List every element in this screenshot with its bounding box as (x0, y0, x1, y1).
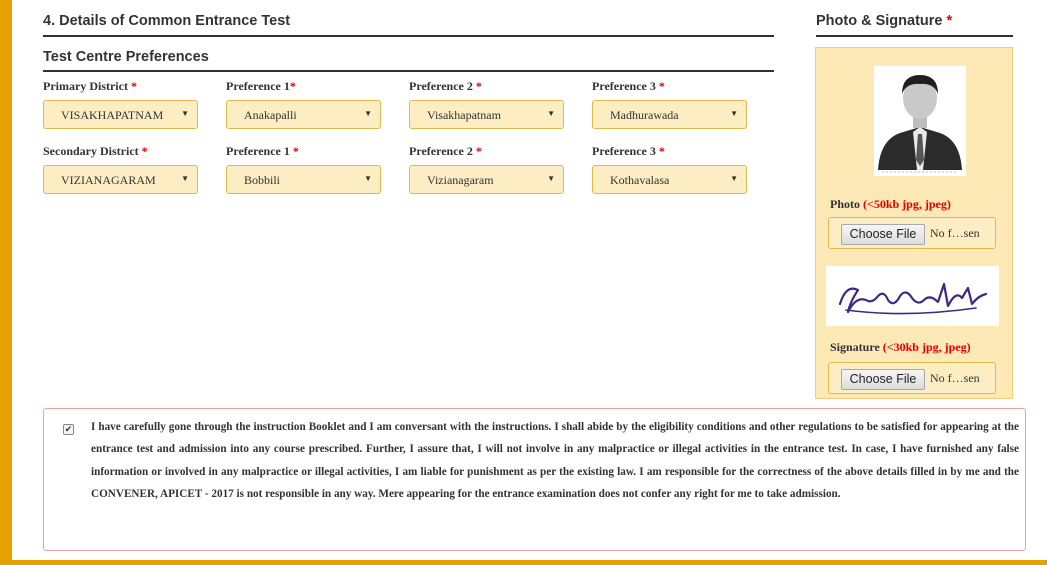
photo-upload-label-text: Photo (830, 197, 860, 211)
section-title-rule (43, 35, 774, 37)
primary-pref2-value: Visakhapatnam (427, 108, 501, 122)
signature-size-hint: (<30kb jpg, jpeg) (882, 340, 971, 354)
primary-district-value: VISAKHAPATNAM (61, 108, 164, 122)
caret-down-icon: ▼ (181, 109, 189, 118)
required-mark: * (292, 144, 299, 158)
secondary-pref3-select[interactable]: Kothavalasa ▼ (592, 165, 747, 194)
primary-pref2-label-text: Preference 2 (409, 79, 473, 93)
photo-upload-label: Photo (<50kb jpg, jpeg) (830, 197, 951, 212)
secondary-district-label-text: Secondary District (43, 144, 139, 158)
signature-icon (826, 266, 999, 326)
photo-signature-heading: Photo & Signature * (816, 13, 952, 29)
primary-pref1-label-text: Preference 1 (226, 79, 290, 93)
primary-pref2-select[interactable]: Visakhapatnam ▼ (409, 100, 564, 129)
secondary-pref3-value: Kothavalasa (610, 173, 670, 187)
primary-pref1-select[interactable]: Anakapalli ▼ (226, 100, 381, 129)
declaration-checkbox[interactable]: ✔ (63, 424, 74, 435)
caret-down-icon: ▼ (181, 174, 189, 183)
signature-preview (826, 266, 999, 326)
section-title: 4. Details of Common Entrance Test (43, 13, 291, 29)
photo-signature-heading-text: Photo & Signature (816, 13, 943, 29)
caret-down-icon: ▼ (547, 109, 555, 118)
secondary-pref2-label: Preference 2 * (409, 144, 482, 159)
checkmark-icon: ✔ (64, 424, 73, 434)
secondary-pref2-label-text: Preference 2 (409, 144, 473, 158)
primary-pref3-label-text: Preference 3 (592, 79, 656, 93)
photo-signature-rule (816, 35, 1013, 37)
required-mark: * (289, 79, 296, 93)
primary-district-label: Primary District * (43, 79, 137, 94)
secondary-pref1-select[interactable]: Bobbili ▼ (226, 165, 381, 194)
caret-down-icon: ▼ (547, 174, 555, 183)
primary-pref2-label: Preference 2 * (409, 79, 482, 94)
primary-pref1-value: Anakapalli (244, 108, 297, 122)
signature-file-input[interactable]: Choose File No f…sen (828, 362, 996, 394)
secondary-pref1-label: Preference 1 * (226, 144, 299, 159)
secondary-pref2-value: Vizianagaram (427, 173, 494, 187)
photo-file-status: No f…sen (930, 226, 980, 240)
secondary-pref3-label-text: Preference 3 (592, 144, 656, 158)
required-mark: * (658, 144, 665, 158)
test-centre-heading: Test Centre Preferences (43, 49, 209, 65)
declaration-text: I have carefully gone through the instru… (91, 421, 1019, 501)
photo-file-input[interactable]: Choose File No f…sen (828, 217, 996, 249)
required-mark: * (475, 144, 482, 158)
signature-file-status: No f…sen (930, 371, 980, 385)
primary-pref3-value: Madhurawada (610, 108, 679, 122)
required-mark: * (658, 79, 665, 93)
secondary-pref3-label: Preference 3 * (592, 144, 665, 159)
primary-district-select[interactable]: VISAKHAPATNAM ▼ (43, 100, 198, 129)
required-mark: * (946, 13, 953, 29)
bottom-accent-bar (0, 560, 1047, 565)
primary-district-label-text: Primary District (43, 79, 128, 93)
caret-down-icon: ▼ (364, 109, 372, 118)
signature-upload-label-text: Signature (830, 340, 880, 354)
secondary-pref2-select[interactable]: Vizianagaram ▼ (409, 165, 564, 194)
test-centre-rule (43, 70, 774, 72)
caret-down-icon: ▼ (730, 174, 738, 183)
caret-down-icon: ▼ (364, 174, 372, 183)
secondary-pref1-label-text: Preference 1 (226, 144, 290, 158)
required-mark: * (130, 79, 137, 93)
photo-preview (874, 66, 966, 176)
person-photo-icon (874, 66, 966, 176)
required-mark: * (141, 144, 148, 158)
primary-pref3-select[interactable]: Madhurawada ▼ (592, 100, 747, 129)
signature-choose-file-button[interactable]: Choose File (841, 369, 925, 390)
primary-pref1-label: Preference 1* (226, 79, 296, 94)
secondary-district-value: VIZIANAGARAM (61, 173, 156, 187)
signature-upload-label: Signature (<30kb jpg, jpeg) (830, 340, 971, 355)
primary-pref3-label: Preference 3 * (592, 79, 665, 94)
secondary-district-select[interactable]: VIZIANAGARAM ▼ (43, 165, 198, 194)
left-accent-bar (0, 0, 12, 565)
photo-size-hint: (<50kb jpg, jpeg) (863, 197, 951, 211)
caret-down-icon: ▼ (730, 109, 738, 118)
secondary-pref1-value: Bobbili (244, 173, 281, 187)
secondary-district-label: Secondary District * (43, 144, 148, 159)
required-mark: * (475, 79, 482, 93)
photo-choose-file-button[interactable]: Choose File (841, 224, 925, 245)
